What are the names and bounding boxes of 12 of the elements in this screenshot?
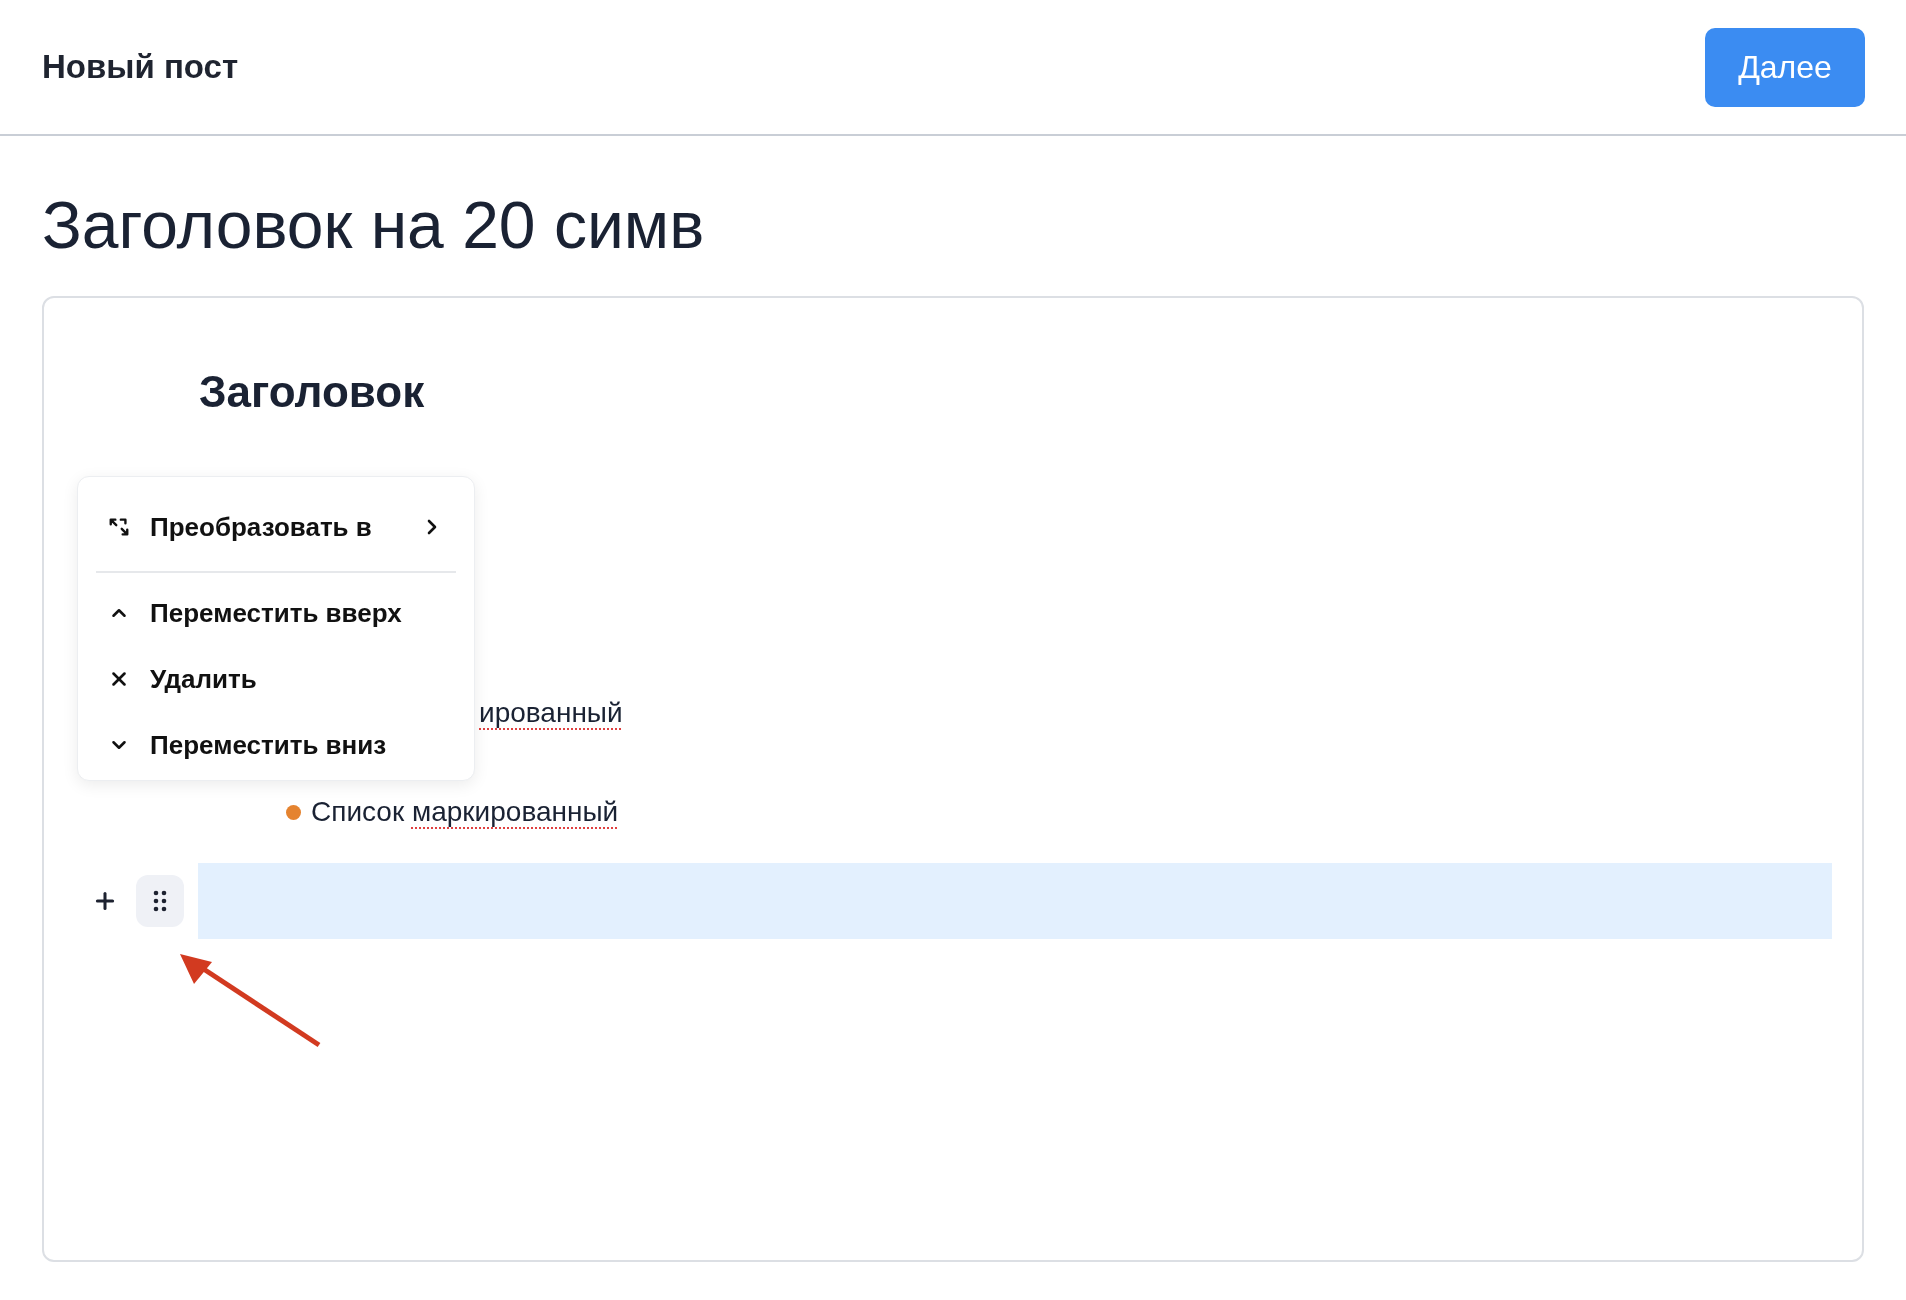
- menu-item[interactable]: Преобразовать в: [96, 501, 456, 553]
- drag-handle[interactable]: [136, 875, 184, 927]
- block-heading: Заголовок: [199, 366, 425, 418]
- menu-item[interactable]: Переместить вверх: [96, 587, 456, 639]
- page-title: Новый пост: [42, 47, 239, 88]
- post-title: Заголовок на 20 симв: [42, 187, 705, 264]
- convert-arrows-icon: [108, 516, 130, 538]
- list-item-text: ированный: [479, 696, 623, 730]
- list-item-text: Список маркированный: [311, 795, 619, 829]
- menu-item[interactable]: Удалить: [96, 653, 456, 705]
- grip-dots-icon: [153, 890, 167, 912]
- menu-item[interactable]: Переместить вниз: [96, 719, 456, 771]
